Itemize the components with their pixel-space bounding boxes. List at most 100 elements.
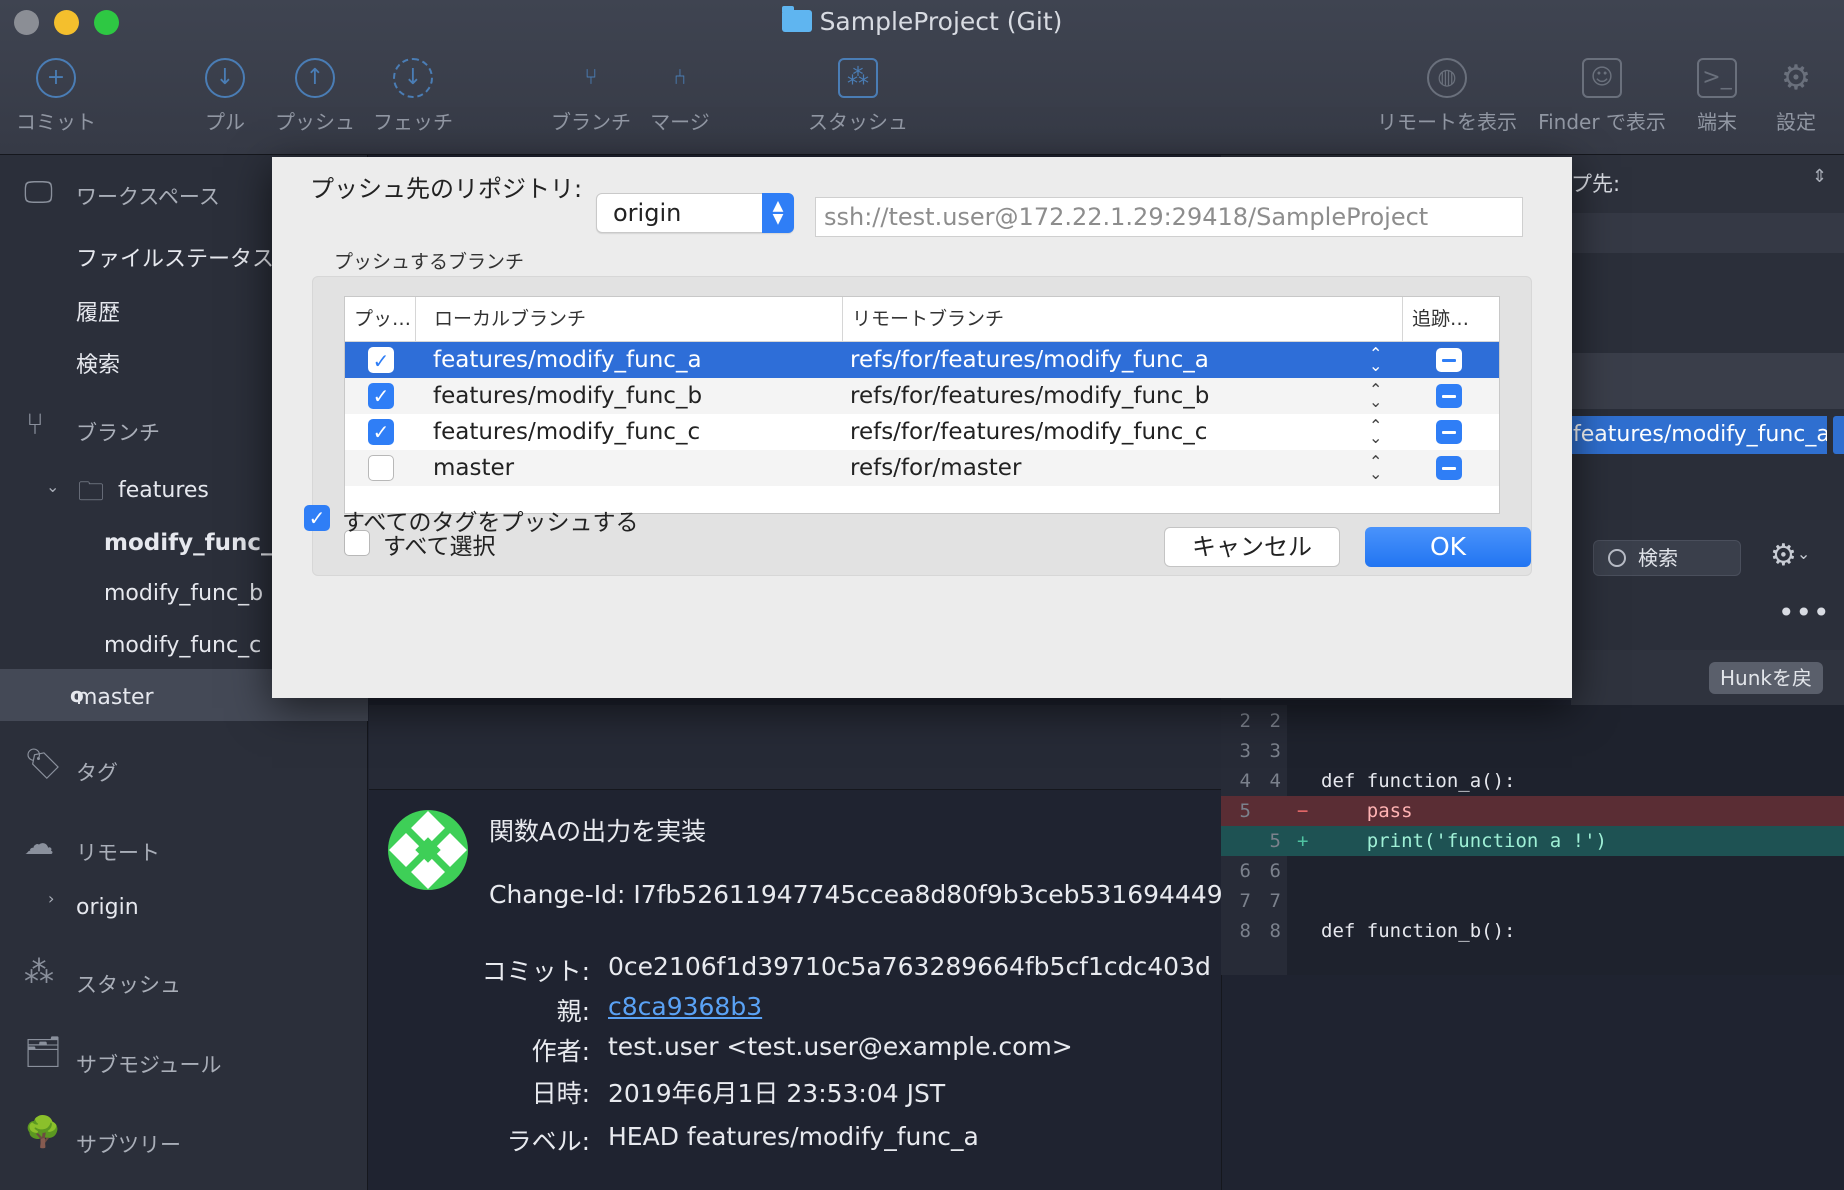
push-checkbox[interactable]: ✓	[368, 383, 394, 409]
window-title: SampleProject (Git)	[0, 6, 1844, 36]
folder-icon	[781, 6, 812, 32]
track-toggle[interactable]	[1436, 384, 1462, 408]
table-row[interactable]: ✓ features/modify_func_a refs/for/features…	[345, 342, 1499, 378]
track-toggle[interactable]	[1436, 456, 1462, 480]
table-row[interactable]: master refs/for/master ⌃ ⌄	[345, 450, 1499, 486]
column-header-local[interactable]: ローカルブランチ	[425, 297, 843, 341]
new-line-number: 3	[1269, 740, 1281, 762]
gear-menu-icon[interactable]: ⚙⌄	[1770, 538, 1810, 573]
table-row[interactable]: ✓ features/modify_func_c refs/for/features…	[345, 414, 1499, 450]
sidebar-item-search[interactable]: 検索	[76, 347, 120, 379]
parent-hash-link[interactable]: c8ca9368b3	[608, 992, 762, 1021]
upload-arrow-icon: ↑	[295, 58, 335, 98]
table-row[interactable]: ✓ features/modify_func_b refs/for/features…	[345, 378, 1499, 414]
local-branch-cell: features/modify_func_c	[433, 419, 701, 445]
terminal-button[interactable]: >_ 端末	[1692, 58, 1742, 135]
sidebar-item-branch-master[interactable]: master	[76, 685, 154, 710]
diff-line[interactable]: 22	[1221, 706, 1844, 736]
diff-line[interactable]: 77	[1221, 886, 1844, 916]
old-line-number: 8	[1239, 920, 1251, 942]
track-toggle[interactable]	[1436, 420, 1462, 444]
date-value: 2019年6月1日 23:53:04 JST	[608, 1079, 946, 1108]
diff-code: def function_b():	[1321, 920, 1516, 942]
branches-label: プッシュするブランチ	[334, 251, 525, 273]
new-line-number: 4	[1269, 770, 1281, 792]
show-in-finder-button[interactable]: ☺ Finder で表示	[1534, 58, 1670, 135]
remote-branch-cell[interactable]: refs/for/features/modify_func_c	[850, 414, 1207, 450]
commit-label: コミット:	[481, 957, 590, 986]
column-header-track[interactable]: 追跡…	[1403, 297, 1499, 341]
sidebar-item-remote-origin[interactable]: origin	[76, 895, 139, 920]
new-line-number: 2	[1269, 710, 1281, 732]
branch-icon: ⑂	[584, 65, 598, 90]
local-branch-cell: features/modify_func_a	[433, 347, 702, 373]
remote-branch-stepper-icon[interactable]: ⌃ ⌄	[1369, 382, 1382, 410]
monitor-icon: 🖵	[24, 175, 53, 210]
ok-button[interactable]: OK	[1365, 527, 1531, 567]
label-value: HEAD features/modify_func_a	[608, 1122, 979, 1151]
remote-branch-stepper-icon[interactable]: ⌃ ⌄	[1369, 454, 1382, 482]
diff-line[interactable]: 8 8 def function_b():	[1221, 916, 1844, 946]
commit-list-row[interactable]	[369, 705, 1221, 790]
download-arrow-icon: ↓	[205, 58, 245, 98]
branch-chip-secondary[interactable]	[1833, 416, 1844, 454]
globe-icon: ◍	[1427, 58, 1467, 98]
pull-button[interactable]: ↓ プル	[195, 58, 255, 135]
push-checkbox[interactable]: ✓	[368, 347, 394, 373]
remote-branch-cell[interactable]: refs/for/features/modify_func_b	[850, 378, 1209, 414]
parent-label: 親:	[556, 997, 590, 1026]
push-target-label: プ先:	[1571, 172, 1621, 196]
push-tags-checkbox[interactable]: ✓	[304, 505, 330, 531]
chevron-down-icon[interactable]: ⌄	[46, 477, 59, 496]
stash-button[interactable]: ⁂ スタッシュ	[806, 58, 910, 135]
old-line-number: 5	[1239, 800, 1251, 822]
sidebar-item-branch-b[interactable]: modify_func_b	[104, 581, 263, 606]
fetch-button[interactable]: ↓ フェッチ	[370, 58, 456, 135]
old-line-number: 3	[1239, 740, 1251, 762]
sidebar-item-file-status[interactable]: ファイルステータス	[76, 241, 274, 273]
diff-code: pass	[1321, 800, 1413, 822]
column-header-remote[interactable]: リモートブランチ	[843, 297, 1403, 341]
submodule-icon: 🗂	[24, 1035, 63, 1070]
merge-button[interactable]: ⑃ マージ	[645, 58, 715, 135]
branch-chip[interactable]: features/modify_func_a	[1571, 416, 1827, 454]
push-button[interactable]: ↑ プッシュ	[272, 58, 358, 135]
new-line-number: 6	[1269, 860, 1281, 882]
plus-circle-icon: +	[36, 58, 76, 98]
remote-branch-cell[interactable]: refs/for/features/modify_func_a	[850, 342, 1209, 378]
diff-line[interactable]: 66	[1221, 856, 1844, 886]
folder-icon: 🗀	[78, 477, 105, 507]
remote-branch-stepper-icon[interactable]: ⌃ ⌄	[1369, 418, 1382, 446]
more-options-icon[interactable]: •••	[1778, 596, 1831, 629]
push-checkbox[interactable]: ✓	[368, 419, 394, 445]
diff-line[interactable]: 33	[1221, 736, 1844, 766]
diff-line[interactable]: 5 − pass	[1221, 796, 1844, 826]
sidebar-item-branch-a[interactable]: modify_func_a	[104, 530, 288, 556]
sidebar-folder-features[interactable]: features	[118, 478, 209, 503]
branch-button[interactable]: ⑂ ブランチ	[548, 58, 634, 135]
track-toggle[interactable]	[1436, 348, 1462, 372]
show-remote-button[interactable]: ◍ リモートを表示	[1376, 58, 1518, 135]
remote-branch-cell[interactable]: refs/for/master	[850, 450, 1021, 486]
repo-url-field[interactable]: ssh://test.user@172.22.1.29:29418/Sample…	[815, 197, 1523, 237]
diff-line[interactable]: 4 4 def function_a():	[1221, 766, 1844, 796]
commit-message: 関数Aの出力を実装	[489, 817, 707, 846]
branches-table: プッ… ローカルブランチ リモートブランチ 追跡… ✓ features/modi…	[344, 296, 1500, 514]
sidebar-header-submodules: サブモジュール	[76, 1053, 222, 1077]
column-header-push[interactable]: プッ…	[345, 297, 416, 341]
discard-hunk-button[interactable]: Hunkを戻	[1709, 662, 1823, 694]
repo-select[interactable]: origin ▲ ▼	[596, 193, 794, 233]
new-line-number: 5	[1269, 830, 1281, 852]
cancel-button[interactable]: キャンセル	[1164, 527, 1340, 567]
sidebar-item-branch-c[interactable]: modify_func_c	[104, 633, 261, 658]
diff-line[interactable]: 5 + print('function a !')	[1221, 826, 1844, 856]
push-checkbox[interactable]	[368, 455, 394, 481]
remote-branch-stepper-icon[interactable]: ⌃ ⌄	[1369, 346, 1382, 374]
search-input[interactable]: 検索	[1593, 540, 1741, 576]
commit-button[interactable]: + コミット	[16, 58, 96, 135]
settings-button[interactable]: ⚙ 設定	[1772, 58, 1820, 135]
chevron-right-icon[interactable]: ›	[48, 889, 54, 908]
new-line-number: 7	[1269, 890, 1281, 912]
stepper-icon[interactable]: ⇕	[1812, 166, 1827, 187]
sidebar-item-history[interactable]: 履歴	[76, 295, 120, 327]
